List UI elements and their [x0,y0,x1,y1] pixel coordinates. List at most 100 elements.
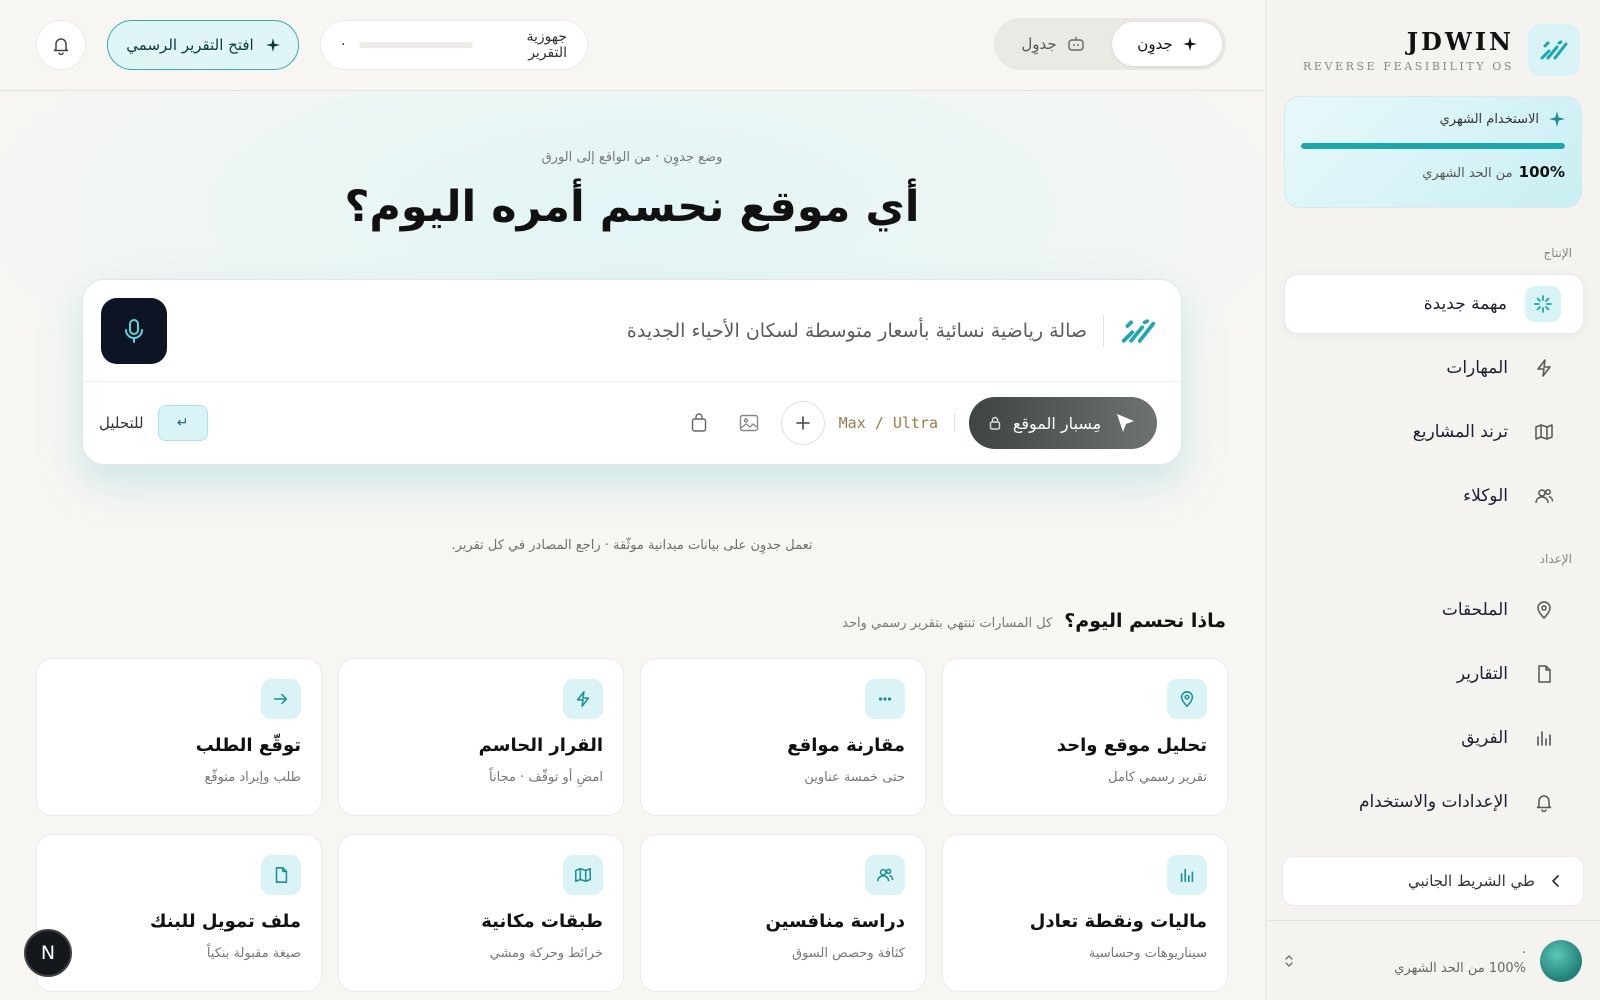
collapse-label: طي الشريط الجانبي [1408,872,1535,890]
dots-icon [865,679,905,719]
sidebar-item-label: ترند المشاريع [1412,422,1508,442]
task-card-layers[interactable]: طبقات مكانية خرائط وحركة ومشي [338,834,624,992]
avatar[interactable] [1540,939,1582,982]
account-name: · [1521,945,1526,961]
card-title: توقّع الطلب [195,735,301,756]
enter-key-hint[interactable]: ↵ [157,405,208,441]
microphone-icon [123,318,145,344]
section-title: ماذا نحسم اليوم؟ [1064,610,1226,632]
brand-subtitle: REVERSE FEASIBILITY OS [1302,60,1514,73]
open-report-label: افتح التقرير الرسمي [126,36,254,54]
users-icon [1526,478,1562,514]
task-card-demand[interactable]: توقّع الطلب طلب وإيراد متوقّع [36,658,322,816]
notifications-button[interactable] [36,20,86,70]
prompt-composer: صالة رياضية نسائية بأسعار متوسطة لسكان ا… [82,279,1182,465]
task-card-single-site[interactable]: تحليل موقع واحد تقرير رسمي كامل [942,658,1228,816]
task-card-competitors[interactable]: دراسة منافسين كثافة وحصص السوق [640,834,926,992]
brand[interactable]: JDWIN REVERSE FEASIBILITY OS [1303,24,1580,76]
bolt-icon [1526,350,1562,386]
card-title: تحليل موقع واحد [1056,735,1207,756]
lock-icon [989,416,1001,430]
mode-toggle: جدوِن جدوِل [994,18,1226,70]
model-selector[interactable]: Max / Ultra [839,414,955,432]
card-subtitle: كثافة وحصص السوق [791,946,905,961]
analyze-hint: للتحليل [99,414,144,432]
chevron-up-down-icon[interactable] [1283,953,1295,969]
mode-secondary-label: جدوِل [1021,35,1057,53]
add-attachment-button[interactable] [780,401,825,445]
site-probe-button[interactable]: مِسبار الموقع [969,397,1157,449]
section-subtitle: كل المسارات تنتهي بتقرير رسمي واحد [842,616,1053,631]
pin-icon [1526,592,1562,628]
card-subtitle: امضِ أو توقّف · مجاناً [489,770,603,785]
brand-slash-icon [1528,24,1580,76]
map-icon [563,855,603,895]
task-card-finance[interactable]: ماليات ونقطة تعادل سيناريوهات وحساسية [942,834,1228,992]
usage-card: الاستخدام الشهري 100% من الحد الشهري [1284,96,1582,208]
probe-label: مِسبار الموقع [1012,413,1102,433]
sidebar-item-agents[interactable]: الوكلاء [1284,466,1584,526]
bolt-icon [563,679,603,719]
bars-icon [1526,720,1562,756]
card-title: القرار الحاسم [478,735,603,756]
users-icon [865,855,905,895]
card-subtitle: خرائط وحركة ومشي [489,946,603,961]
plus-icon [795,415,811,431]
report-readiness[interactable]: جهوزية التقرير · [320,20,588,70]
sparkle-icon [1549,111,1565,127]
card-subtitle: سيناريوهات وحساسية [1088,946,1207,961]
brand-name: JDWIN [1406,27,1514,56]
shopping-bag-icon [690,413,708,433]
sidebar-item-new-task[interactable]: مهمة جديدة [1284,274,1584,334]
sidebar-item-label: الفريق [1461,728,1508,748]
image-icon [739,414,759,432]
card-title: ملف تمويل للبنك [150,911,301,932]
card-title: ماليات ونقطة تعادل [1029,911,1207,932]
usage-title: الاستخدام الشهري [1439,111,1539,127]
sparkle-icon [265,38,280,52]
sidebar-item-label: مهمة جديدة [1423,294,1507,314]
sidebar-item-skills[interactable]: المهارات [1284,338,1584,398]
sidebar-item-attachments[interactable]: الملحقات [1284,580,1584,640]
task-card-bank-file[interactable]: ملف تمويل للبنك صيغة مقبولة بنكياً [36,834,322,992]
sidebar-item-reports[interactable]: التقارير [1284,644,1584,704]
sidebar-item-settings[interactable]: الإعدادات والاستخدام [1284,772,1584,832]
file-icon [261,855,301,895]
sidebar-item-label: المهارات [1446,358,1508,378]
sidebar: JDWIN REVERSE FEASIBILITY OS الاستخدام ا… [1265,0,1600,1000]
bell-icon [1526,784,1562,820]
framework-badge[interactable]: N [24,929,72,977]
sidebar-item-label: التقارير [1456,664,1508,684]
page-title: أي موقع نحسم أمره اليوم؟ [344,182,920,232]
main-area: جدوِن جدوِل جهوزية التقرير · افتح التقري… [0,0,1264,1000]
arrow-icon [261,679,301,719]
readiness-track [359,42,474,48]
section-label-production: الإنتاج [1543,246,1572,260]
sidebar-item-label: الوكلاء [1463,486,1508,506]
account-usage: 100% من الحد الشهري [1394,960,1526,976]
top-bar: جدوِن جدوِل جهوزية التقرير · افتح التقري… [0,0,1264,91]
account-footer[interactable]: · 100% من الحد الشهري [1265,920,1600,1000]
sidebar-item-trends[interactable]: ترند المشاريع [1284,402,1584,462]
task-card-decision[interactable]: القرار الحاسم امضِ أو توقّف · مجاناً [338,658,624,816]
cursor-arrow-icon [1113,411,1137,435]
task-card-compare[interactable]: مقارنة مواقع حتى خمسة عناوين [640,658,926,816]
pin-icon [1167,679,1207,719]
brand-slash-icon [1103,314,1157,347]
image-upload-button[interactable] [731,405,767,441]
open-report-button[interactable]: افتح التقرير الرسمي [107,20,299,70]
bag-button[interactable] [681,405,717,441]
readiness-value: · [341,37,346,53]
card-title: طبقات مكانية [481,911,603,932]
mode-primary-button[interactable]: جدوِن [1112,22,1222,66]
chevron-left-icon [1549,874,1563,888]
collapse-sidebar-button[interactable]: طي الشريط الجانبي [1282,856,1584,906]
prompt-input[interactable]: صالة رياضية نسائية بأسعار متوسطة لسكان ا… [167,320,1087,342]
voice-input-button[interactable] [101,297,167,364]
sidebar-item-label: الملحقات [1441,600,1508,620]
mode-secondary-button[interactable]: جدوِل [998,22,1108,66]
bell-icon [51,35,71,55]
sidebar-item-team[interactable]: الفريق [1284,708,1584,768]
bars-icon [1167,855,1207,895]
card-subtitle: طلب وإيراد متوقّع [204,770,302,785]
